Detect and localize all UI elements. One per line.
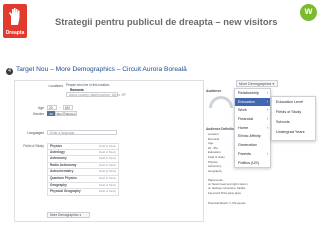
locations-scope[interactable]: People who live in this location xyxy=(66,83,109,87)
gender-men-button[interactable]: Men xyxy=(55,111,64,116)
list-item[interactable]: Geography Field of Study xyxy=(47,182,119,190)
menu-item-politics[interactable]: Politics (US) xyxy=(235,159,270,168)
targeting-form-panel: Locations People who live in this locati… xyxy=(14,80,204,222)
menu-item-parents[interactable]: Parents › xyxy=(235,150,270,159)
menu-item-generation[interactable]: Generation xyxy=(235,141,270,150)
fos-item-type: Field of Study xyxy=(98,175,116,180)
more-demographics-menu: Relationship › Education › Work › Financial… xyxy=(234,88,271,168)
menu-item-work[interactable]: Work › xyxy=(235,106,270,115)
placements-line: Feed and Third-party apps xyxy=(208,190,241,195)
chevron-right-icon: › xyxy=(266,99,268,104)
chevron-right-icon: › xyxy=(266,91,268,95)
fos-item-type: Field of Study xyxy=(98,182,116,187)
menu-item-label: Parents xyxy=(238,151,252,156)
menu-item-label: Financial xyxy=(238,117,254,122)
fos-item-name: Geography xyxy=(50,182,67,187)
menu-item-home[interactable]: Home › xyxy=(235,124,270,133)
fos-item-name: Astronomy xyxy=(50,156,67,161)
age-label: Age xyxy=(37,106,44,110)
potential-reach: Potential Reach: 1,720 people xyxy=(208,201,246,205)
submenu-item-undergrad-years[interactable]: Undergrad Years xyxy=(272,127,315,137)
list-item[interactable]: Astrology Field of Study xyxy=(47,149,119,157)
languages-label: Languages xyxy=(27,131,44,135)
menu-item-financial[interactable]: Financial › xyxy=(235,115,270,124)
dreapta-logo: Dreapta xyxy=(3,4,27,38)
gender-women-button[interactable]: Women xyxy=(64,111,77,116)
audience-definition-label: Audience Definition xyxy=(206,127,236,131)
fos-item-type: Field of Study xyxy=(98,162,116,167)
fos-item-type: Field of Study xyxy=(98,189,116,194)
list-item[interactable]: Radio Astronomy Field of Study xyxy=(47,162,119,170)
list-item[interactable]: Astrochemistry Field of Study xyxy=(47,169,119,176)
age-from-select[interactable]: 20 xyxy=(47,105,57,110)
more-demographics-button-bottom[interactable]: More Demographics ▾ xyxy=(47,212,90,218)
chevron-right-icon: › xyxy=(266,108,268,113)
hand-icon xyxy=(9,8,20,25)
step-number-badge: 4 xyxy=(6,68,13,75)
placements-note: Placements: on News Feed and right colum… xyxy=(208,178,318,195)
submenu-item-fields-of-study[interactable]: Fields of Study xyxy=(272,107,315,117)
chevron-right-icon: › xyxy=(266,125,268,130)
list-item[interactable]: Astronomy Field of Study xyxy=(47,156,119,163)
menu-item-label: Politics (US) xyxy=(238,160,259,165)
field-of-study-label: Field of Study xyxy=(23,144,44,148)
more-demographics-dropdown-button[interactable]: More Demographics ▾ xyxy=(236,80,278,87)
menu-item-label: Relationship xyxy=(238,91,259,95)
brand-text: Dreapta xyxy=(5,30,25,36)
submenu-item-education-level[interactable]: Education Level xyxy=(272,97,315,107)
fos-item-name: Radio Astronomy xyxy=(50,162,77,167)
field-of-study-list: Physics Field of Study Astrology Field of … xyxy=(47,143,119,196)
menu-item-label: Work xyxy=(238,108,247,113)
language-input[interactable]: Enter a language... xyxy=(47,130,117,135)
age-dash: - xyxy=(60,105,62,109)
menu-item-ethnic-affinity[interactable]: Ethnic Affinity xyxy=(235,132,270,141)
chevron-right-icon: › xyxy=(266,117,268,122)
audience-gauge xyxy=(209,96,233,108)
fos-item-name: Astrochemistry xyxy=(50,169,74,174)
menu-item-label: Home xyxy=(238,125,249,130)
audience-label: Audience xyxy=(206,89,222,93)
gender-label: Gender xyxy=(32,112,44,116)
slide-subtitle: Target Nou – More Demographics – Circuit… xyxy=(16,66,187,73)
fos-item-name: Astrology xyxy=(50,149,65,154)
menu-item-label: Generation xyxy=(238,143,257,148)
fos-item-type: Field of Study xyxy=(98,156,116,161)
page-title: Strategii pentru publicul de dreapta – n… xyxy=(55,16,278,27)
audience-line: Geography xyxy=(208,168,222,173)
fos-item-type: Field of Study xyxy=(98,149,116,154)
menu-item-label: Education xyxy=(238,99,255,104)
list-item[interactable]: Physics Field of Study xyxy=(47,143,119,150)
fos-item-type: Field of Study xyxy=(98,169,116,174)
chevron-right-icon: › xyxy=(266,151,268,156)
fos-item-name: Physics xyxy=(50,144,63,148)
menu-item-label: Ethnic Affinity xyxy=(238,134,261,139)
fos-item-name: Quantum Physics xyxy=(50,175,77,180)
locations-label: Locations xyxy=(48,84,63,88)
menu-item-education[interactable]: Education › xyxy=(235,97,270,107)
submenu-item-schools[interactable]: Schools xyxy=(272,117,315,127)
location-input[interactable]: Add a country, state/province, city or Z… xyxy=(66,92,126,97)
list-item[interactable]: Quantum Physics Field of Study xyxy=(47,175,119,183)
list-item[interactable]: Physical Geography Field of Study xyxy=(47,189,119,196)
education-submenu: Education Level Fields of Study Schools … xyxy=(271,96,316,141)
menu-item-relationship[interactable]: Relationship › xyxy=(235,89,270,98)
fos-item-name: Physical Geography xyxy=(50,189,81,194)
gender-all-button[interactable]: All xyxy=(47,111,55,116)
corner-logo-glyph: w xyxy=(304,6,313,17)
corner-logo: w xyxy=(300,4,317,21)
age-to-select[interactable]: 65+ xyxy=(63,105,73,110)
